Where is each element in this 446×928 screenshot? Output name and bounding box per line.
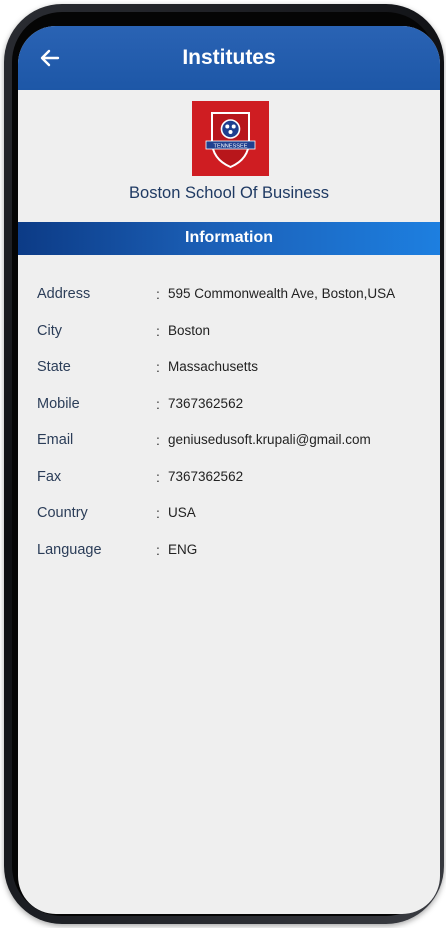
institute-logo: TENNESSEE: [192, 101, 269, 176]
detail-key: Mobile: [37, 395, 80, 412]
detail-row-email: Email : geniusedusoft.krupali@gmail.com: [37, 432, 371, 448]
detail-value: ENG: [168, 541, 198, 557]
detail-key: Country: [37, 505, 88, 521]
detail-value: geniusedusoft.krupali@gmail.com: [168, 432, 371, 447]
detail-row-country: Country : USA: [37, 505, 196, 521]
app-bar: Institutes: [18, 26, 440, 90]
detail-value: 595 Commonwealth Ave, Boston,USA: [168, 286, 396, 301]
phone-frame: Institutes TENNESSEE Boston School Of Bu…: [4, 4, 444, 924]
detail-row-mobile: Mobile : 7367362562: [37, 395, 244, 412]
detail-key: State: [37, 359, 71, 375]
detail-key: Fax: [37, 468, 62, 485]
detail-row-address: Address : 595 Commonwealth Ave, Boston,U…: [37, 286, 396, 302]
detail-row-city: City : Boston: [37, 322, 211, 339]
detail-key: City: [37, 322, 62, 339]
details-list: Address : 595 Commonwealth Ave, Boston,U…: [37, 286, 427, 578]
detail-row-state: State : Massachusetts: [37, 359, 259, 375]
detail-value: 7367362562: [168, 395, 244, 411]
institute-name: Boston School Of Business: [129, 184, 329, 202]
detail-key: Address: [37, 286, 91, 302]
detail-value: Boston: [168, 322, 211, 338]
detail-value: USA: [168, 505, 196, 520]
app-screen: Institutes TENNESSEE Boston School Of Bu…: [18, 26, 440, 914]
detail-row-fax: Fax : 7367362562: [37, 468, 244, 485]
logo-lettering: TENNESSEE: [214, 143, 248, 149]
detail-value: Massachusetts: [168, 359, 259, 374]
detail-key: Email: [37, 432, 74, 448]
detail-value: 7367362562: [168, 468, 244, 484]
detail-row-language: Language : ENG: [37, 541, 198, 558]
information-label: Information: [185, 229, 273, 246]
information-header: Information: [18, 222, 440, 255]
page-title: Institutes: [182, 46, 276, 69]
detail-key: Language: [37, 541, 102, 558]
